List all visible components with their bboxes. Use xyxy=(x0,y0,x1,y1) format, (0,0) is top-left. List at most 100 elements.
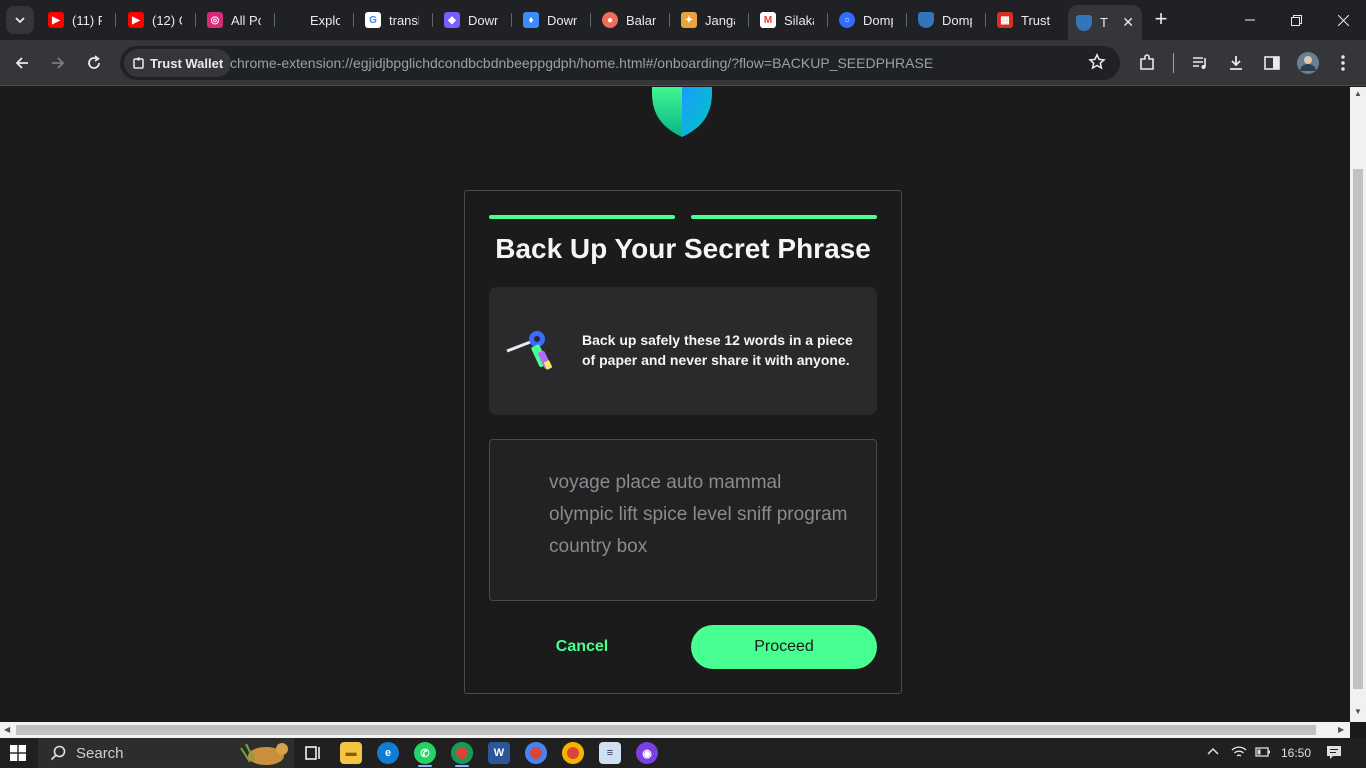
backup-card: Back Up Your Secret Phrase Back up safel… xyxy=(464,190,902,694)
scroll-down-icon[interactable]: ▼ xyxy=(1354,707,1362,716)
tab-translate[interactable]: G transl xyxy=(365,6,425,34)
tab-download-1[interactable]: ◆ Down xyxy=(444,6,504,34)
seed-phrase-text: voyage place auto mammal olympic lift sp… xyxy=(549,472,848,557)
cancel-button[interactable]: Cancel xyxy=(489,625,675,669)
scroll-right-icon[interactable]: ▶ xyxy=(1338,725,1344,734)
search-highlight-icon xyxy=(240,743,288,765)
tab-trust-wallet-active[interactable]: Tr ✕ xyxy=(1068,5,1142,40)
media-control-icon[interactable] xyxy=(1189,52,1211,74)
minimize-icon xyxy=(1245,19,1255,21)
chrome-profile-3-icon[interactable] xyxy=(562,742,584,764)
nbc-icon: ✦ xyxy=(681,12,697,28)
menu-dots-icon[interactable] xyxy=(1332,52,1354,74)
scroll-up-icon[interactable]: ▲ xyxy=(1354,89,1362,98)
tab-strip: ▶ (11) R ▶ (12) C ◎ All Po Explor G tran… xyxy=(0,0,1366,40)
progress-step-1 xyxy=(489,215,675,219)
horizontal-scroll-thumb[interactable] xyxy=(16,725,1316,735)
windows-taskbar: Search ▬ e ✆ W ≡ ◉ 16:50 xyxy=(0,738,1366,768)
tab-search-button[interactable] xyxy=(6,6,34,34)
tab-domp-1[interactable]: ○ Domp xyxy=(839,6,899,34)
battery-icon[interactable] xyxy=(1255,745,1271,762)
notepad-icon[interactable]: ≡ xyxy=(599,742,621,764)
close-window-button[interactable] xyxy=(1320,0,1366,40)
restore-button[interactable] xyxy=(1273,0,1319,40)
gmail-icon: M xyxy=(760,12,776,28)
tab-explore[interactable]: Explor xyxy=(286,6,346,34)
trust-shield-icon xyxy=(918,12,934,28)
bookmark-star-icon[interactable] xyxy=(1088,52,1106,76)
wifi-icon[interactable] xyxy=(1231,745,1247,762)
balance-icon: ● xyxy=(602,12,618,28)
clock-time[interactable]: 16:50 xyxy=(1281,746,1311,760)
forward-button[interactable] xyxy=(44,49,72,77)
restore-icon xyxy=(1290,14,1302,26)
vertical-scrollbar[interactable]: ▲ ▼ xyxy=(1350,87,1366,722)
extension-page: Back Up Your Secret Phrase Back up safel… xyxy=(0,87,1350,722)
site-chip-label: Trust Wallet xyxy=(150,55,224,71)
whatsapp-icon[interactable]: ✆ xyxy=(414,742,436,764)
tab-gmail[interactable]: M Silaka xyxy=(760,6,820,34)
close-tab-icon[interactable]: ✕ xyxy=(1122,14,1134,31)
diamond-icon: ♦ xyxy=(523,12,539,28)
reload-icon xyxy=(88,55,100,69)
profile-avatar[interactable] xyxy=(1297,52,1319,74)
page-title: Back Up Your Secret Phrase xyxy=(495,233,871,264)
chevron-down-icon xyxy=(15,17,25,24)
tab-youtube-1[interactable]: ▶ (11) R xyxy=(48,6,108,34)
instagram-icon: ◎ xyxy=(207,12,223,28)
proceed-button[interactable]: Proceed xyxy=(691,625,877,669)
task-view-icon[interactable] xyxy=(302,742,324,764)
youtube-icon: ▶ xyxy=(48,12,64,28)
tab-janga[interactable]: ✦ Janga xyxy=(681,6,741,34)
chrome-profile-2-icon[interactable] xyxy=(525,742,547,764)
tab-download-2[interactable]: ♦ Down xyxy=(523,6,583,34)
trust-page-icon: ▦ xyxy=(997,12,1013,28)
edge-icon[interactable]: e xyxy=(377,742,399,764)
google-icon: G xyxy=(365,12,381,28)
close-icon xyxy=(1337,14,1349,26)
download-site-icon: ◆ xyxy=(444,12,460,28)
taskbar-search[interactable]: Search xyxy=(38,738,294,768)
tab-instagram[interactable]: ◎ All Po xyxy=(207,6,267,34)
scroll-left-icon[interactable]: ◀ xyxy=(4,725,10,734)
notification-icon[interactable] xyxy=(1326,745,1342,762)
side-panel-icon[interactable] xyxy=(1261,52,1283,74)
file-explorer-icon[interactable]: ▬ xyxy=(340,742,362,764)
extension-puzzle-icon xyxy=(133,57,144,69)
new-tab-button[interactable]: + xyxy=(1150,8,1172,30)
search-label: Search xyxy=(76,744,124,762)
tab-balance[interactable]: ● Balan xyxy=(602,6,662,34)
word-icon[interactable]: W xyxy=(488,742,510,764)
vertical-scroll-thumb[interactable] xyxy=(1353,169,1363,689)
extensions-icon[interactable] xyxy=(1136,52,1158,74)
arrow-right-icon xyxy=(52,57,65,69)
search-icon xyxy=(50,745,66,761)
browser-toolbar: Trust Wallet chrome-extension://egjidjbp… xyxy=(0,40,1366,86)
seed-phrase-box: voyage place auto mammal olympic lift sp… xyxy=(489,439,877,601)
progress-step-2 xyxy=(691,215,877,219)
blank-icon xyxy=(286,12,302,28)
tray-chevron-up-icon[interactable] xyxy=(1206,745,1220,762)
url-text: chrome-extension://egjidjbpglichdcondbcb… xyxy=(230,55,934,71)
tab-domp-2[interactable]: Domp xyxy=(918,6,978,34)
tab-trust[interactable]: ▦ Trust xyxy=(997,6,1057,34)
download-icon[interactable] xyxy=(1225,52,1247,74)
horizontal-scrollbar[interactable]: ◀ ▶ xyxy=(0,722,1350,738)
windows-start-icon[interactable] xyxy=(10,745,26,761)
tor-browser-icon[interactable]: ◉ xyxy=(636,742,658,764)
info-panel: Back up safely these 12 words in a piece… xyxy=(489,287,877,415)
minimize-button[interactable] xyxy=(1227,0,1273,40)
chrome-icon[interactable] xyxy=(451,742,473,764)
tab-youtube-2[interactable]: ▶ (12) C xyxy=(128,6,188,34)
trust-shield-icon xyxy=(1076,14,1092,31)
arrow-left-icon xyxy=(15,57,28,69)
info-text: Back up safely these 12 words in a piece… xyxy=(582,332,853,368)
wallet-icon: ○ xyxy=(839,12,855,28)
keys-icon xyxy=(506,331,553,370)
site-info-chip[interactable]: Trust Wallet xyxy=(124,49,232,77)
address-bar[interactable]: Trust Wallet chrome-extension://egjidjbp… xyxy=(120,46,1120,80)
reload-button[interactable] xyxy=(80,49,108,77)
trust-wallet-logo xyxy=(652,87,712,137)
back-button[interactable] xyxy=(8,49,36,77)
youtube-icon: ▶ xyxy=(128,12,144,28)
